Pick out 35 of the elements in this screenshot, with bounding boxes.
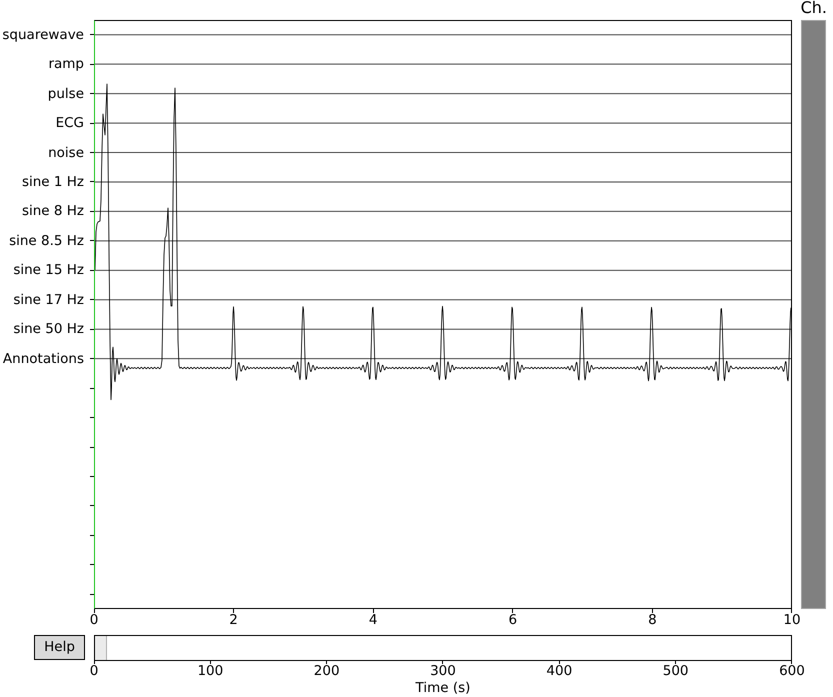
time-tick-label: 200 [314, 664, 340, 679]
time-tick-label: 300 [430, 664, 456, 679]
channel-label: sine 15 Hz [13, 262, 84, 278]
time-tick-label: 10 [783, 613, 801, 628]
time-tick-label: 8 [648, 613, 657, 628]
time-tick-label: 100 [197, 664, 224, 679]
channel-label: Annotations [2, 350, 84, 367]
time-tick-label: 4 [368, 613, 378, 628]
time-tick-label: 6 [508, 613, 518, 628]
channel-label: noise [48, 144, 84, 161]
scrollbar-thumb[interactable] [95, 636, 107, 660]
channel-label: ECG [56, 115, 84, 132]
axis-label: Time (s) [416, 681, 470, 696]
channel-label: ramp [48, 56, 84, 72]
tick-mark [210, 660, 211, 664]
time-tick-label: 0 [90, 613, 98, 628]
channel-label: sine 8.5 Hz [9, 232, 84, 249]
time-tick-label: 0 [90, 664, 98, 679]
tick-mark [326, 660, 328, 664]
channel-label: sine 1 Hz [22, 174, 84, 190]
time-tick-label: 500 [662, 664, 689, 679]
time-scrollbar[interactable] [94, 634, 792, 660]
channel-label: sine 50 Hz [13, 321, 84, 338]
time-tick-label: 600 [779, 664, 805, 679]
channel-scrollbar[interactable] [801, 20, 826, 609]
time-tick-label: 400 [546, 664, 572, 679]
channel-label: squarewave [2, 26, 84, 43]
channel-scroll-label: Ch. [800, 0, 827, 16]
help-button[interactable]: Help [34, 635, 85, 660]
tick-mark [675, 660, 676, 664]
tick-mark [558, 660, 560, 664]
channel-label: pulse [48, 86, 84, 102]
channel-label: sine 17 Hz [13, 292, 84, 308]
time-tick-label: 2 [229, 613, 238, 628]
channel-label: sine 8 Hz [22, 203, 84, 220]
